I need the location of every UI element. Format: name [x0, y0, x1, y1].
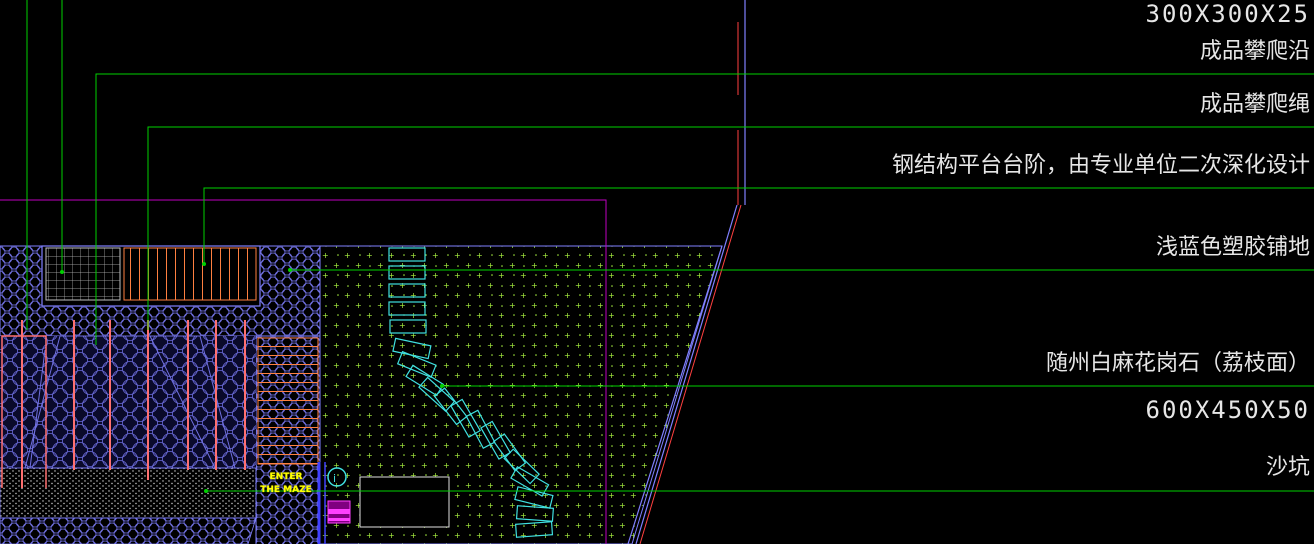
timber-steps	[257, 337, 319, 465]
annotation-sandpit: 沙坑	[1265, 455, 1310, 480]
maze-entrance-sign: ENTER THE MAZE	[258, 471, 314, 497]
annotation-dimension-300: 300X300X25	[1145, 0, 1310, 28]
climbing-wall	[0, 335, 256, 469]
cad-drawing-canvas: + +	[0, 0, 1314, 544]
sandpit-area	[0, 467, 257, 544]
annotation-rubber-paving: 浅蓝色塑胶铺地	[1155, 235, 1310, 260]
annotation-steel-platform: 钢结构平台台阶，由专业单位二次深化设计	[891, 153, 1310, 178]
annotation-climbing-rope: 成品攀爬绳	[1199, 92, 1310, 117]
annotation-dimension-600: 600X450X50	[1145, 396, 1310, 424]
platform-boxes	[41, 245, 261, 307]
maze-sign-line2: THE MAZE	[260, 485, 312, 495]
annotation-climbing-edge: 成品攀爬沿	[1199, 39, 1310, 64]
site-box	[359, 476, 450, 528]
svg-text:i: i	[333, 472, 336, 485]
maze-sign-line1: ENTER	[269, 472, 303, 482]
annotation-granite: 随州白麻花岗石（荔枝面）	[1045, 351, 1310, 376]
